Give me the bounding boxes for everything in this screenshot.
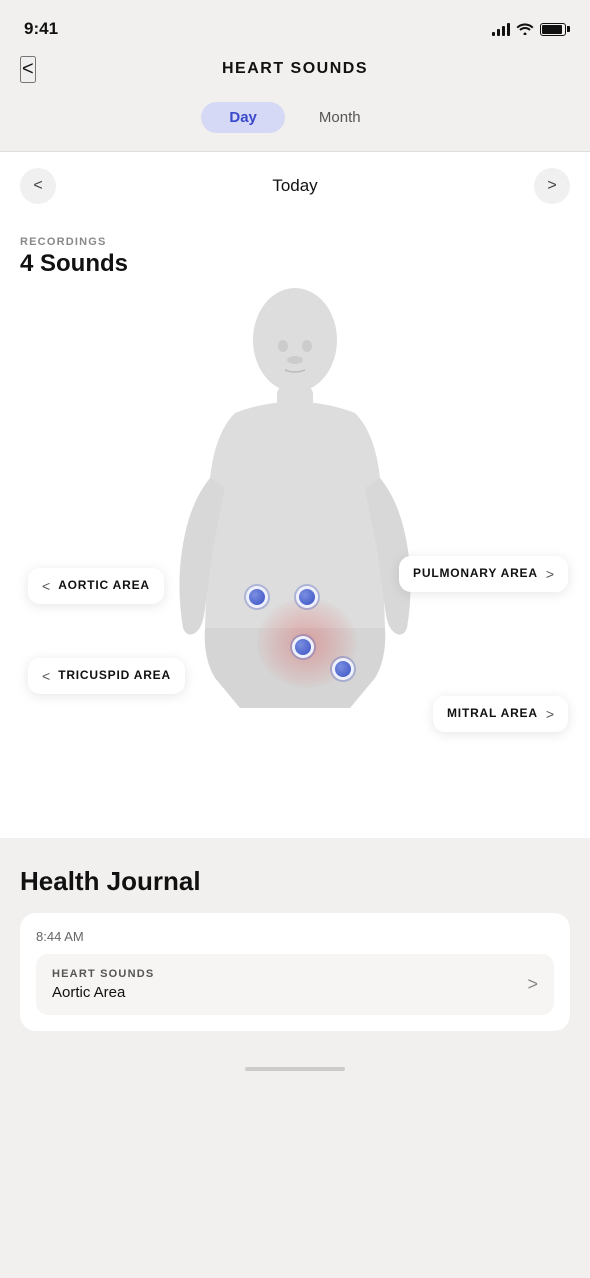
battery-icon [540, 23, 566, 36]
journal-entry[interactable]: HEART SOUNDS Aortic Area > [36, 954, 554, 1015]
wifi-icon [516, 21, 534, 38]
aortic-chevron-left: < [42, 578, 50, 594]
back-button[interactable]: < [20, 56, 36, 83]
page-title: HEART SOUNDS [222, 60, 368, 78]
day-toggle-button[interactable]: Day [201, 102, 285, 133]
status-icons [492, 21, 566, 38]
pulmonary-area-label[interactable]: PULMONARY AREA > [399, 556, 568, 592]
journal-entry-chevron: > [527, 974, 538, 995]
next-date-button[interactable]: > [534, 168, 570, 204]
mitral-area-text: MITRAL AREA [447, 706, 538, 722]
pulmonary-chevron-right: > [546, 566, 554, 582]
journal-card: 8:44 AM HEART SOUNDS Aortic Area > [20, 913, 570, 1031]
mitral-area-label[interactable]: MITRAL AREA > [433, 696, 568, 732]
journal-title: Health Journal [20, 866, 570, 897]
mitral-dot[interactable] [332, 658, 354, 680]
pulmonary-dot[interactable] [296, 586, 318, 608]
body-diagram: < AORTIC AREA PULMONARY AREA > < TRICUSP… [0, 278, 590, 838]
mitral-chevron-right: > [546, 706, 554, 722]
header: < HEART SOUNDS [0, 52, 590, 94]
journal-time: 8:44 AM [36, 929, 554, 944]
tricuspid-chevron-left: < [42, 668, 50, 684]
tricuspid-area-text: TRICUSPID AREA [58, 668, 171, 684]
journal-entry-title: HEART SOUNDS [52, 968, 154, 980]
aortic-area-text: AORTIC AREA [58, 578, 150, 594]
status-time: 9:41 [24, 19, 58, 39]
aortic-area-label[interactable]: < AORTIC AREA [28, 568, 164, 604]
month-toggle-button[interactable]: Month [291, 102, 389, 133]
pulmonary-area-text: PULMONARY AREA [413, 566, 538, 582]
date-navigation: < Today > [0, 152, 590, 220]
recordings-label: RECORDINGS [20, 236, 570, 248]
journal-entry-content: HEART SOUNDS Aortic Area [52, 968, 154, 1001]
prev-date-button[interactable]: < [20, 168, 56, 204]
body-silhouette [145, 278, 445, 838]
tricuspid-dot[interactable] [292, 636, 314, 658]
bottom-handle [245, 1067, 345, 1071]
tricuspid-area-label[interactable]: < TRICUSPID AREA [28, 658, 185, 694]
status-bar: 9:41 [0, 0, 590, 52]
journal-entry-subtitle: Aortic Area [52, 984, 154, 1001]
current-date-label: Today [272, 176, 317, 196]
recordings-count: 4 Sounds [20, 250, 570, 278]
period-toggle: Day Month [0, 94, 590, 151]
recordings-section: RECORDINGS 4 Sounds [0, 220, 590, 278]
aortic-dot[interactable] [246, 586, 268, 608]
health-journal-section: Health Journal 8:44 AM HEART SOUNDS Aort… [0, 838, 590, 1047]
signal-icon [492, 22, 510, 36]
